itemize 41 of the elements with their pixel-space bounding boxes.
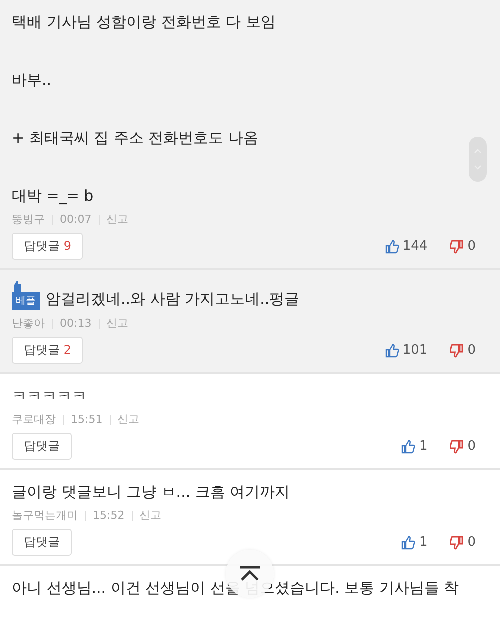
thumbs-up-icon[interactable] <box>401 440 416 454</box>
author-name[interactable]: 난좋아 <box>12 316 45 331</box>
thumbs-up-icon <box>12 281 22 292</box>
report-link[interactable]: 신고 <box>106 212 129 227</box>
dislike-count: 0 <box>468 239 476 254</box>
thumbs-down-icon[interactable] <box>450 240 464 254</box>
comment-time: 15:52 <box>93 509 125 522</box>
comment-time: 15:51 <box>71 413 103 426</box>
thumbs-up-icon[interactable] <box>384 344 399 358</box>
author-name[interactable]: 놀구먹는개미 <box>12 508 78 523</box>
author-name[interactable]: 뚱빙구 <box>12 212 45 227</box>
like-count: 144 <box>402 239 428 254</box>
report-link[interactable]: 신고 <box>140 508 162 523</box>
dislike-count: 0 <box>468 439 476 454</box>
report-link[interactable]: 신고 <box>106 316 129 331</box>
scroll-top-icon[interactable] <box>239 566 261 582</box>
comment-time: 00:07 <box>60 213 92 226</box>
thumbs-down-icon[interactable] <box>450 344 464 358</box>
reply-button[interactable]: 답댓글 2 <box>12 337 84 364</box>
like-count: 101 <box>402 343 428 358</box>
report-link[interactable]: 신고 <box>118 412 140 427</box>
comment-text: 대박 =_= b <box>12 186 95 206</box>
comment-text: 글이랑 댓글보니 그냥 ㅂ... 크흠 여기까지 <box>12 482 292 502</box>
reply-button[interactable]: 답댓글 <box>12 529 72 556</box>
comment-text: ㅋㅋㅋㅋㅋ <box>12 386 88 406</box>
comment-text: + 최태국씨 집 주소 전화번호도 나옴 <box>12 128 260 148</box>
thumbs-up-icon[interactable] <box>384 240 399 254</box>
author-name[interactable]: 쿠로대장 <box>12 412 56 427</box>
comment-time: 00:13 <box>60 317 92 330</box>
reply-button[interactable]: 답댓글 9 <box>12 233 84 260</box>
dislike-count: 0 <box>468 343 476 358</box>
thumbs-down-icon[interactable] <box>450 440 464 454</box>
comment-text: 택배 기사님 성함이랑 전화번호 다 보임 <box>12 12 277 32</box>
like-count: 1 <box>419 535 428 550</box>
thumbs-up-icon[interactable] <box>401 536 416 550</box>
comment-text: 암걸리겠네..와 사람 가지고노네..펑글 <box>46 289 300 309</box>
reply-button[interactable]: 답댓글 <box>12 433 72 460</box>
dislike-count: 0 <box>468 535 476 550</box>
thumbs-down-icon[interactable] <box>450 536 464 550</box>
like-count: 1 <box>419 439 428 454</box>
comment-text: 바부.. <box>12 70 53 90</box>
